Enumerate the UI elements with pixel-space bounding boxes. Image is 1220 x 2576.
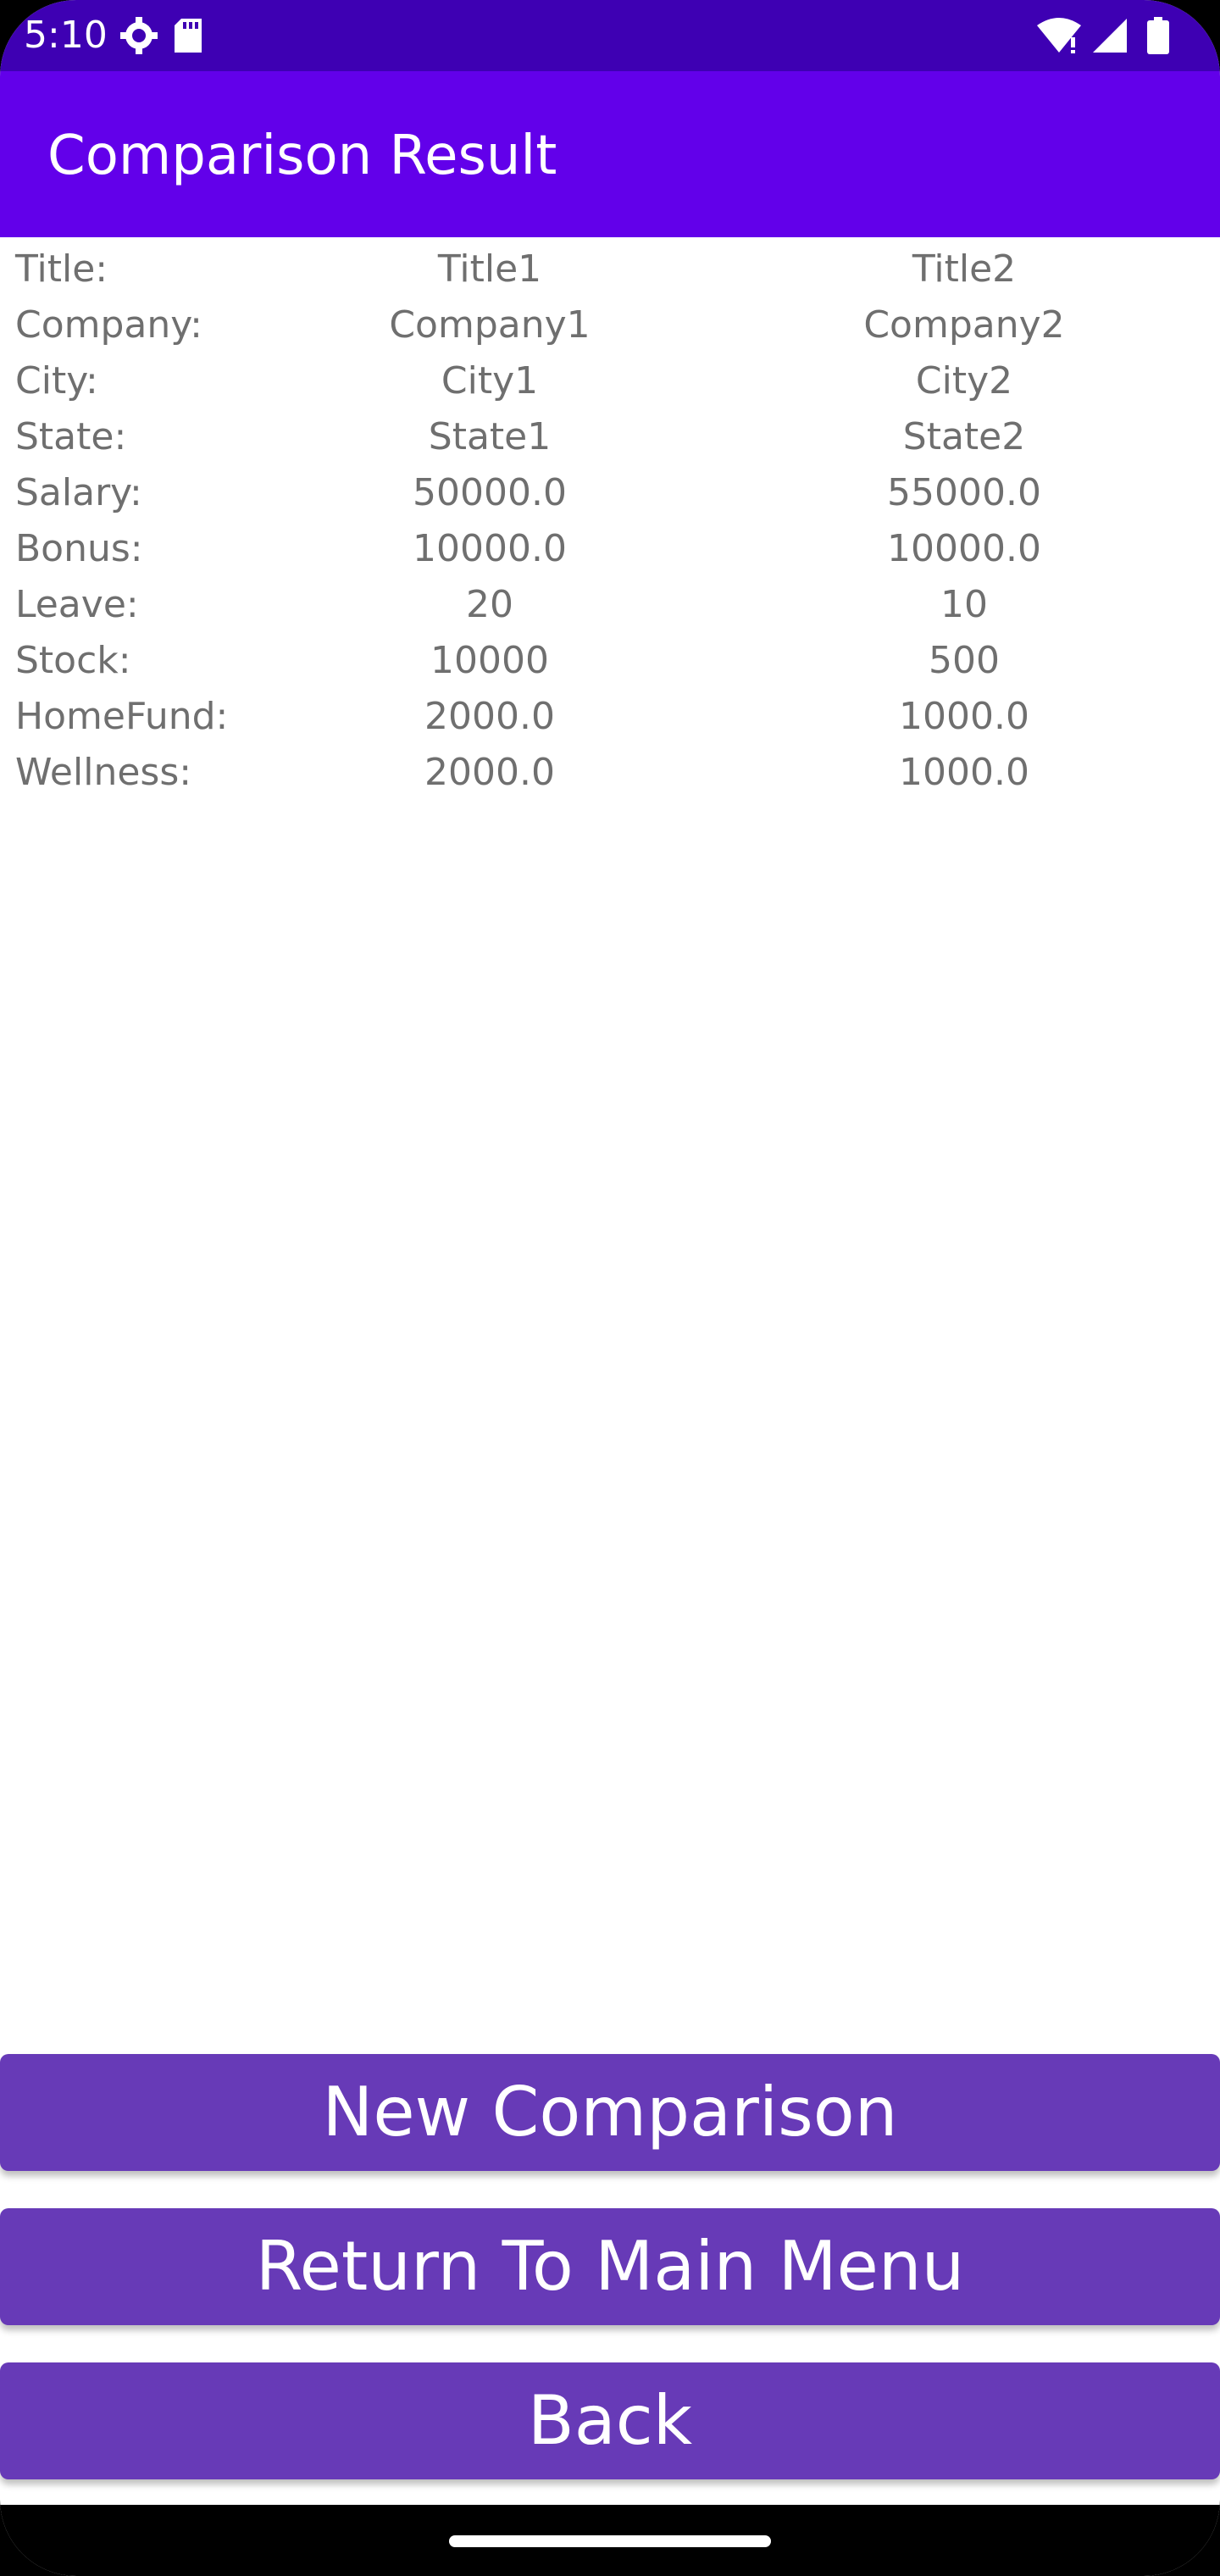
- job2-value: City2: [915, 359, 1013, 402]
- job2-value: 1000.0: [899, 695, 1029, 738]
- navigation-bar: [0, 2505, 1220, 2576]
- job2-value: 1000.0: [899, 751, 1029, 794]
- job1-value: Title1: [437, 247, 542, 291]
- job1-value: City1: [441, 359, 539, 402]
- status-right-icons: [1034, 14, 1186, 61]
- row-label: Wellness:: [15, 751, 192, 794]
- job2-value: Company2: [863, 303, 1065, 347]
- app-bar: Comparison Result: [0, 71, 1220, 237]
- job1-value: State1: [428, 415, 552, 458]
- job2-value: 10: [940, 583, 988, 626]
- status-left-icons: [117, 14, 210, 61]
- table-row: Bonus: 10000.0 10000.0: [0, 521, 1220, 577]
- job1-value: Company1: [389, 303, 591, 347]
- new-comparison-button[interactable]: New Comparison: [0, 2054, 1220, 2171]
- row-label: Leave:: [15, 583, 139, 626]
- back-button[interactable]: Back: [0, 2362, 1220, 2479]
- screen: 5:10 Comparison Result Title: Title1 Tit…: [0, 0, 1220, 2576]
- table-row: Salary: 50000.0 55000.0: [0, 465, 1220, 521]
- row-label: Bonus:: [15, 527, 143, 570]
- signal-icon: [1093, 19, 1127, 53]
- row-label: City:: [15, 359, 98, 402]
- job1-value: 50000.0: [413, 471, 567, 514]
- row-label: Salary:: [15, 471, 142, 514]
- job1-value: 10000: [430, 639, 549, 682]
- row-label: Stock:: [15, 639, 131, 682]
- table-row: Title: Title1 Title2: [0, 242, 1220, 297]
- job2-value: 55000.0: [887, 471, 1041, 514]
- status-bar: 5:10: [0, 0, 1220, 71]
- row-label: State:: [15, 415, 127, 458]
- table-row: City: City1 City2: [0, 353, 1220, 409]
- row-label: Company:: [15, 303, 202, 347]
- job1-value: 10000.0: [413, 527, 567, 570]
- return-main-menu-button[interactable]: Return To Main Menu: [0, 2208, 1220, 2325]
- job2-value: 500: [929, 639, 1000, 682]
- comparison-table: Title: Title1 Title2 Company: Company1 C…: [0, 242, 1220, 801]
- job1-value: 2000.0: [424, 751, 555, 794]
- table-row: Company: Company1 Company2: [0, 297, 1220, 353]
- job2-value: Title2: [912, 247, 1017, 291]
- page-title: Comparison Result: [47, 125, 557, 187]
- job2-value: State2: [902, 415, 1026, 458]
- gear-icon: [120, 17, 158, 54]
- table-row: HomeFund: 2000.0 1000.0: [0, 689, 1220, 745]
- job2-value: 10000.0: [887, 527, 1041, 570]
- job1-value: 2000.0: [424, 695, 555, 738]
- job1-value: 20: [466, 583, 513, 626]
- row-label: Title:: [15, 247, 108, 291]
- row-label: HomeFund:: [15, 695, 229, 738]
- status-time: 5:10: [24, 14, 108, 57]
- battery-icon: [1147, 17, 1169, 54]
- table-row: Leave: 20 10: [0, 577, 1220, 633]
- table-row: Stock: 10000 500: [0, 633, 1220, 689]
- table-row: Wellness: 2000.0 1000.0: [0, 745, 1220, 801]
- wifi-icon: [1037, 18, 1081, 53]
- sd-card-icon: [175, 19, 202, 53]
- home-gesture-handle[interactable]: [449, 2535, 771, 2547]
- table-row: State: State1 State2: [0, 409, 1220, 465]
